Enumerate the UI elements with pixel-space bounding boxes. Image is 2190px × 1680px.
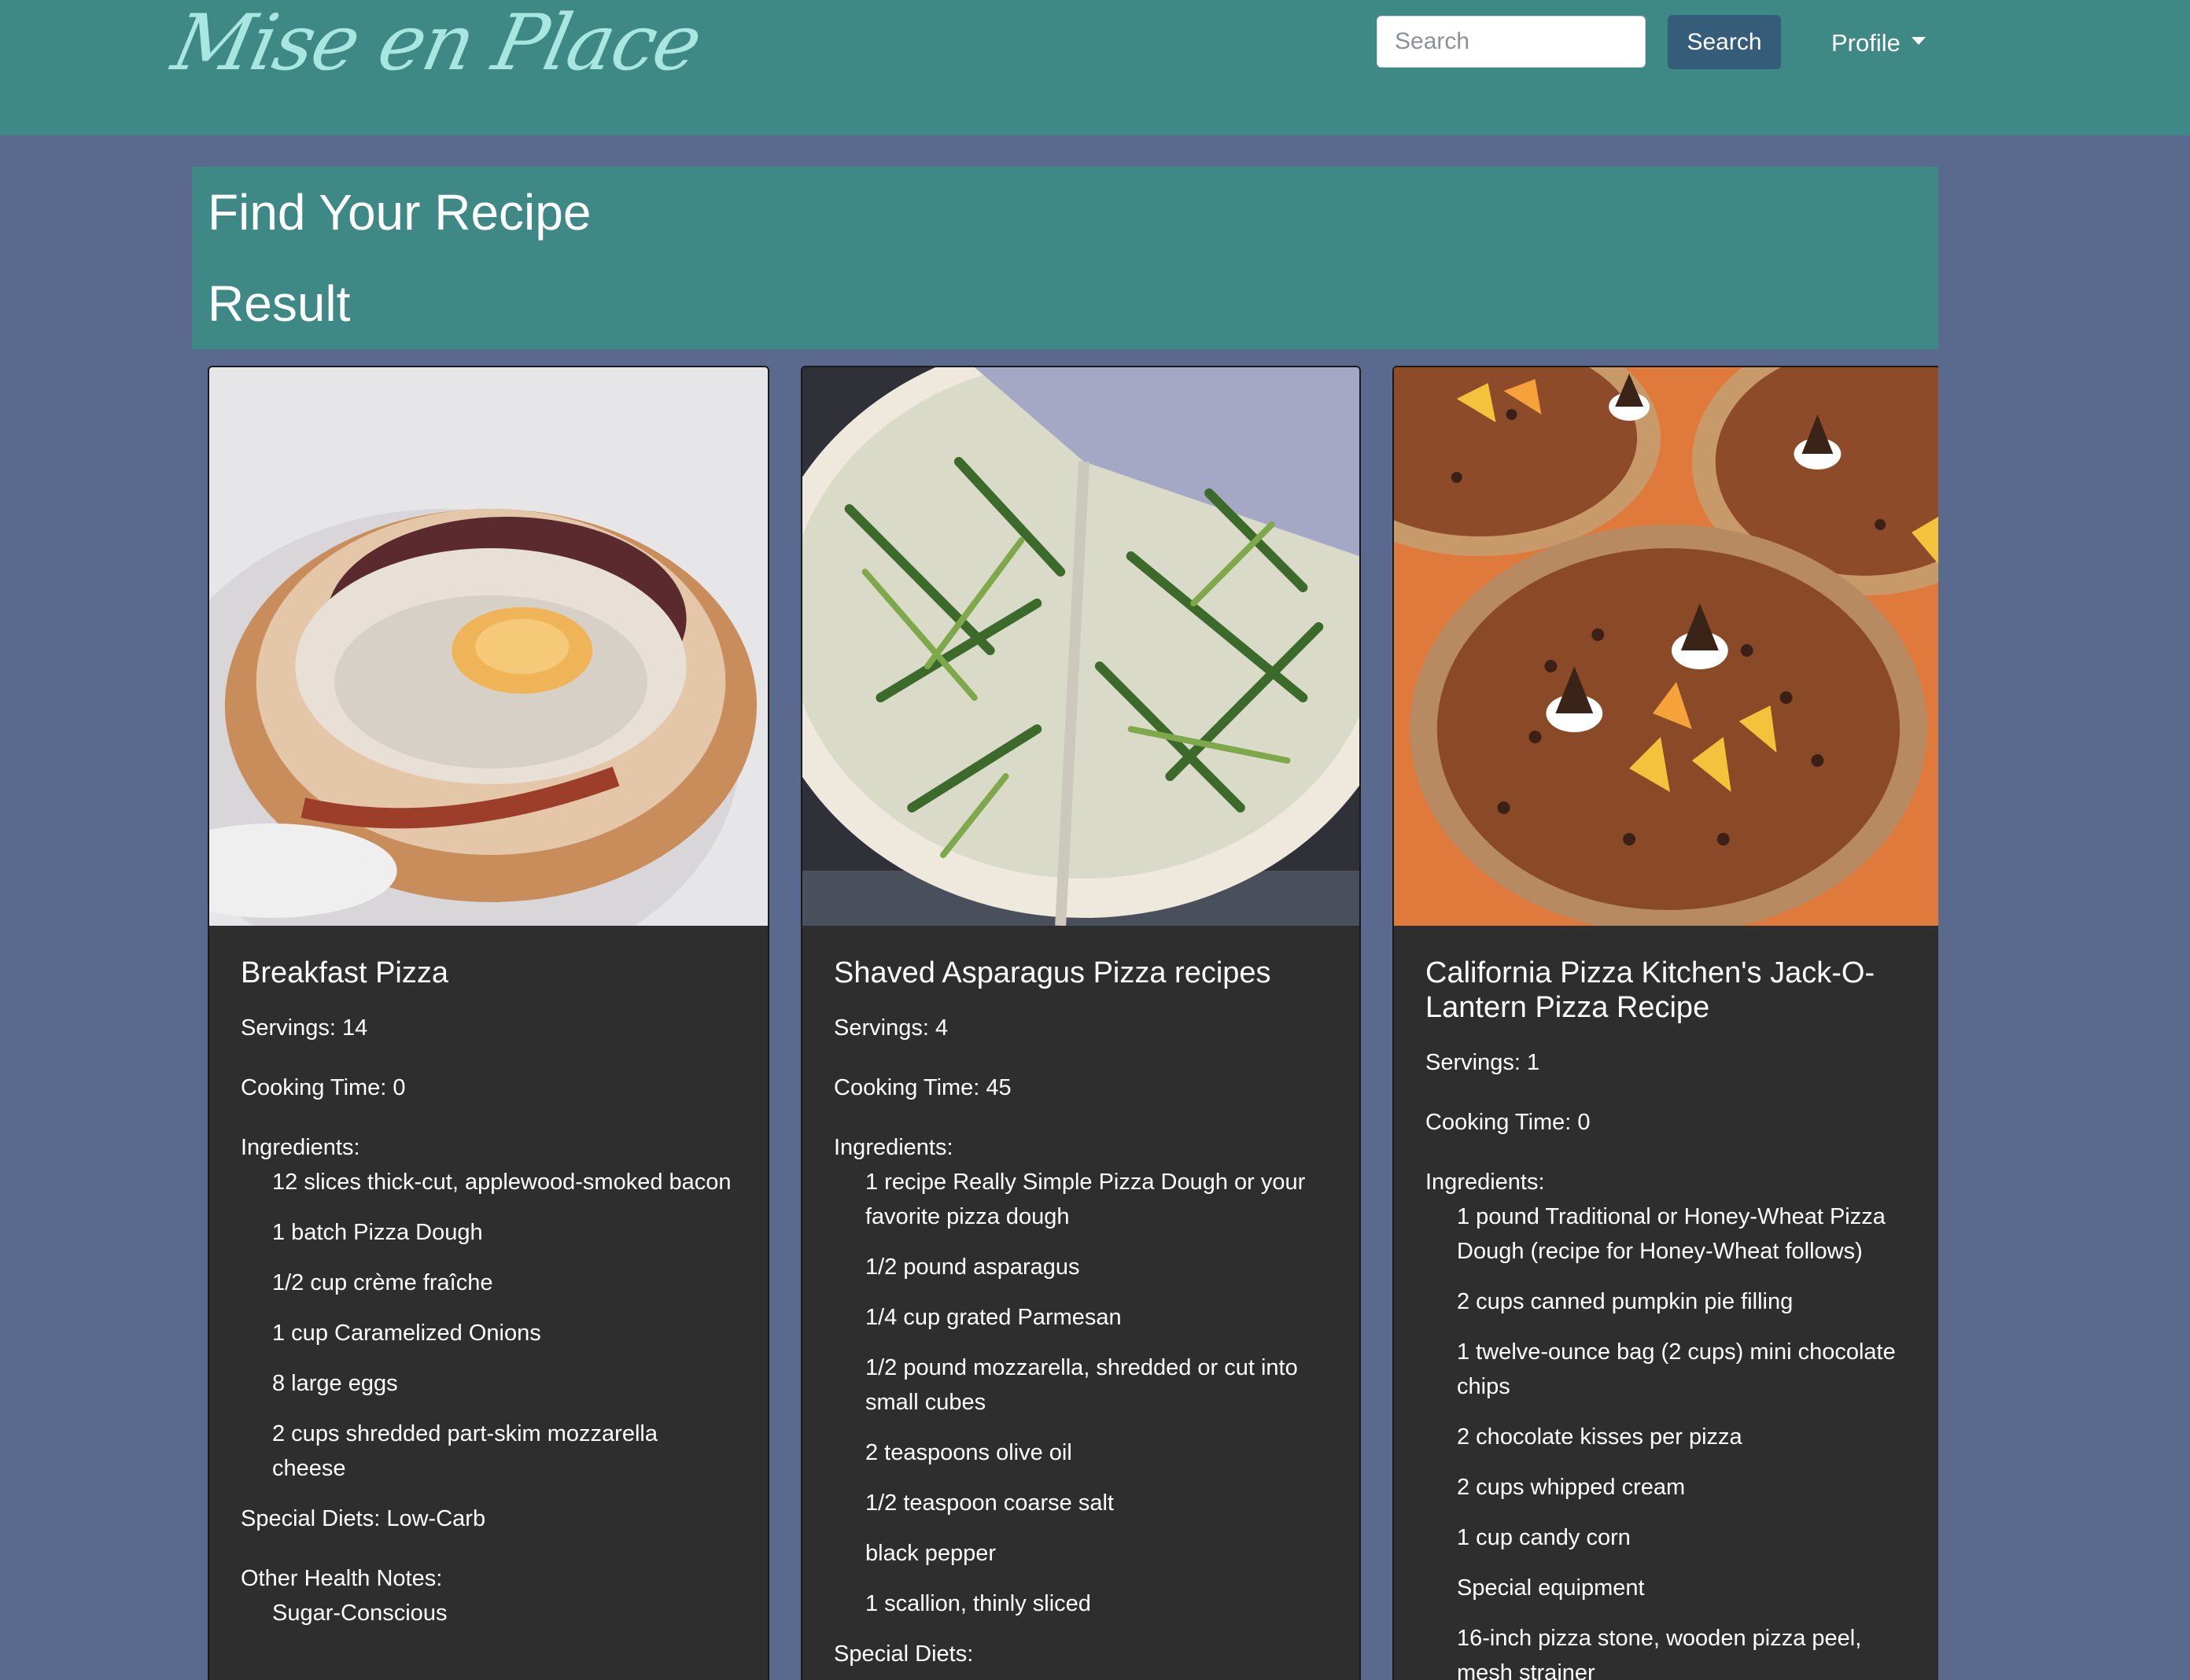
health-notes-list: Sugar-Conscious [241, 1596, 736, 1630]
recipe-title[interactable]: Shaved Asparagus Pizza recipes [834, 956, 1328, 990]
ingredient-item: 16-inch pizza stone, wooden pizza peel, … [1457, 1626, 1862, 1680]
recipe-cooking-time: Cooking Time: 0 [1425, 1110, 1591, 1135]
results-header: Find Your Recipe Result [192, 167, 1938, 349]
ingredient-item: 1/2 cup crème fraîche [272, 1270, 493, 1295]
ingredient-item: 1 pound Traditional or Honey-Wheat Pizza… [1457, 1204, 1886, 1264]
ingredients-label: Ingredients: [1425, 1170, 1545, 1195]
ingredient-item: 2 teaspoons olive oil [865, 1440, 1072, 1465]
caret-down-icon [1911, 37, 1926, 45]
recipe-card[interactable]: California Pizza Kitchen's Jack-O-Lanter… [1392, 366, 1938, 1680]
ingredient-item: 1 twelve-ounce bag (2 cups) mini chocola… [1457, 1339, 1896, 1399]
results-heading: Result [208, 275, 351, 332]
ingredient-item: 1 batch Pizza Dough [272, 1220, 483, 1245]
ingredients-label: Ingredients: [834, 1135, 953, 1160]
ingredients-list: 12 slices thick-cut, applewood-smoked ba… [241, 1165, 736, 1486]
page-title: Find Your Recipe [208, 184, 592, 241]
health-notes-label: Other Health Notes: [241, 1566, 443, 1591]
recipe-title[interactable]: California Pizza Kitchen's Jack-O-Lanter… [1425, 956, 1907, 1025]
ingredient-item: 1 recipe Really Simple Pizza Dough or yo… [865, 1170, 1306, 1229]
ingredients-list: 1 recipe Really Simple Pizza Dough or yo… [834, 1165, 1328, 1621]
recipe-cooking-time: Cooking Time: 45 [834, 1075, 1012, 1100]
profile-dropdown[interactable]: Profile [1831, 25, 1926, 61]
ingredient-item: 2 cups canned pumpkin pie filling [1457, 1289, 1794, 1314]
recipe-image [802, 367, 1359, 926]
health-note-item: Sugar-Conscious [272, 1601, 448, 1626]
profile-label: Profile [1831, 29, 1901, 57]
ingredients-list: 1 pound Traditional or Honey-Wheat Pizza… [1425, 1199, 1907, 1680]
ingredient-item: Special equipment [1457, 1575, 1645, 1601]
ingredient-item: 1/2 pound asparagus [865, 1254, 1080, 1280]
ingredient-item: 2 cups shredded part-skim mozzarella che… [272, 1421, 658, 1481]
recipe-special-diets: Special Diets: [834, 1641, 974, 1667]
ingredients-label: Ingredients: [241, 1135, 360, 1160]
recipe-cooking-time: Cooking Time: 0 [241, 1075, 406, 1100]
recipe-image [1394, 367, 1938, 926]
ingredient-item: 2 cups whipped cream [1457, 1475, 1686, 1500]
recipe-card[interactable]: Shaved Asparagus Pizza recipes Servings:… [801, 366, 1361, 1680]
recipe-special-diets: Special Diets: Low-Carb [241, 1506, 486, 1531]
ingredient-item: 12 slices thick-cut, applewood-smoked ba… [272, 1170, 732, 1195]
recipe-servings: Servings: 1 [1425, 1050, 1540, 1075]
recipe-card[interactable]: Breakfast Pizza Servings: 14 Cooking Tim… [208, 366, 769, 1680]
ingredient-item: 1/2 pound mozzarella, shredded or cut in… [865, 1355, 1298, 1415]
recipe-title[interactable]: Breakfast Pizza [241, 956, 736, 990]
search-input[interactable] [1377, 16, 1646, 68]
recipe-servings: Servings: 4 [834, 1015, 949, 1041]
ingredient-item: 1/2 teaspoon coarse salt [865, 1490, 1114, 1516]
ingredient-item: 2 chocolate kisses per pizza [1457, 1424, 1742, 1450]
recipe-image [209, 367, 768, 926]
ingredient-item: 1/4 cup grated Parmesan [865, 1305, 1122, 1330]
ingredient-item: 1 cup Caramelized Onions [272, 1321, 541, 1346]
ingredient-item: 8 large eggs [272, 1371, 398, 1396]
search-button[interactable]: Search [1668, 15, 1781, 69]
ingredient-item: 1 cup candy corn [1457, 1525, 1631, 1550]
navbar: Mise en Place Search Profile [0, 0, 2190, 135]
recipe-servings: Servings: 14 [241, 1015, 368, 1041]
brand-logo[interactable]: Mise en Place [165, 0, 708, 88]
ingredient-item: black pepper [865, 1541, 997, 1566]
ingredient-item: 1 scallion, thinly sliced [865, 1591, 1091, 1616]
